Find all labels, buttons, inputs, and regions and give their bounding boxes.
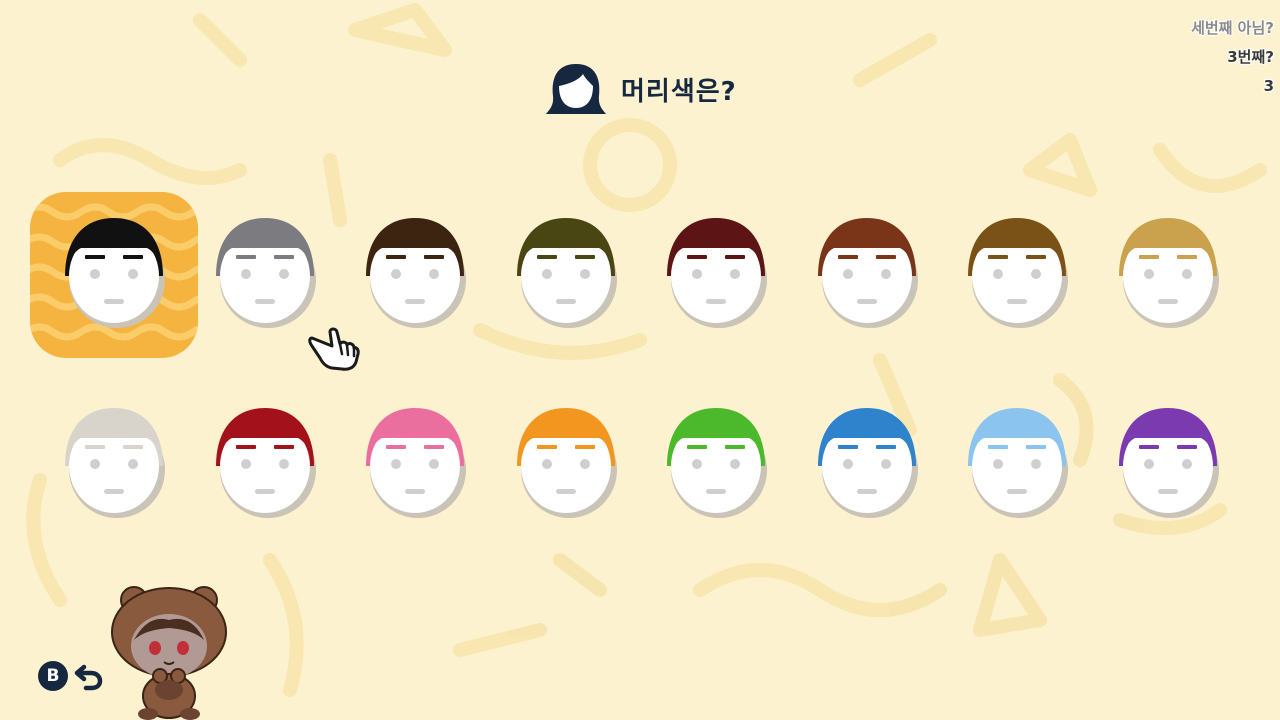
face-icon — [366, 218, 466, 328]
face-icon — [968, 408, 1068, 518]
face-icon — [667, 408, 767, 518]
question-text: 머리색은? — [621, 76, 737, 107]
chat-message: 세번째 아님? — [1191, 19, 1274, 37]
hair-option-white[interactable] — [59, 404, 169, 522]
hair-icon — [546, 64, 606, 114]
hair-option-pink[interactable] — [360, 404, 470, 522]
face-icon — [216, 408, 316, 518]
hair-option-blue[interactable] — [812, 404, 922, 522]
back-control[interactable]: B — [38, 661, 104, 691]
question-title: 머리색은? — [545, 62, 737, 116]
hair-option-olive[interactable] — [511, 214, 621, 332]
hair-option-blonde[interactable] — [1113, 214, 1223, 332]
hair-option-purple[interactable] — [1113, 404, 1223, 522]
chat-message: 3 — [1263, 77, 1274, 95]
face-icon — [366, 408, 466, 518]
face-icon — [216, 218, 316, 328]
b-button-icon: B — [38, 661, 68, 691]
face-icon — [1119, 218, 1219, 328]
hair-option-auburn[interactable] — [812, 214, 922, 332]
chat-overlay: 세번째 아님? 3번째? 3 — [1191, 14, 1274, 101]
face-icon — [65, 408, 165, 518]
hair-option-maroon[interactable] — [661, 214, 771, 332]
streamer-mascot — [111, 586, 227, 720]
face-icon — [517, 218, 617, 328]
hair-option-orange[interactable] — [511, 404, 621, 522]
hair-option-gray[interactable] — [210, 214, 320, 332]
face-icon — [1119, 408, 1219, 518]
hand-cursor-icon — [308, 327, 360, 371]
face-icon — [818, 408, 918, 518]
face-icon — [818, 218, 918, 328]
chat-message: 3번째? — [1227, 48, 1274, 66]
face-icon — [517, 408, 617, 518]
hair-option-green[interactable] — [661, 404, 771, 522]
hair-option-dark-brown[interactable] — [360, 214, 470, 332]
hair-option-red[interactable] — [210, 404, 320, 522]
face-icon — [65, 218, 165, 328]
hair-option-light-blue[interactable] — [962, 404, 1072, 522]
face-icon — [667, 218, 767, 328]
face-icon — [968, 218, 1068, 328]
hair-option-black[interactable] — [59, 214, 169, 332]
hair-option-light-brown[interactable] — [962, 214, 1072, 332]
back-arrow-icon — [74, 664, 103, 691]
